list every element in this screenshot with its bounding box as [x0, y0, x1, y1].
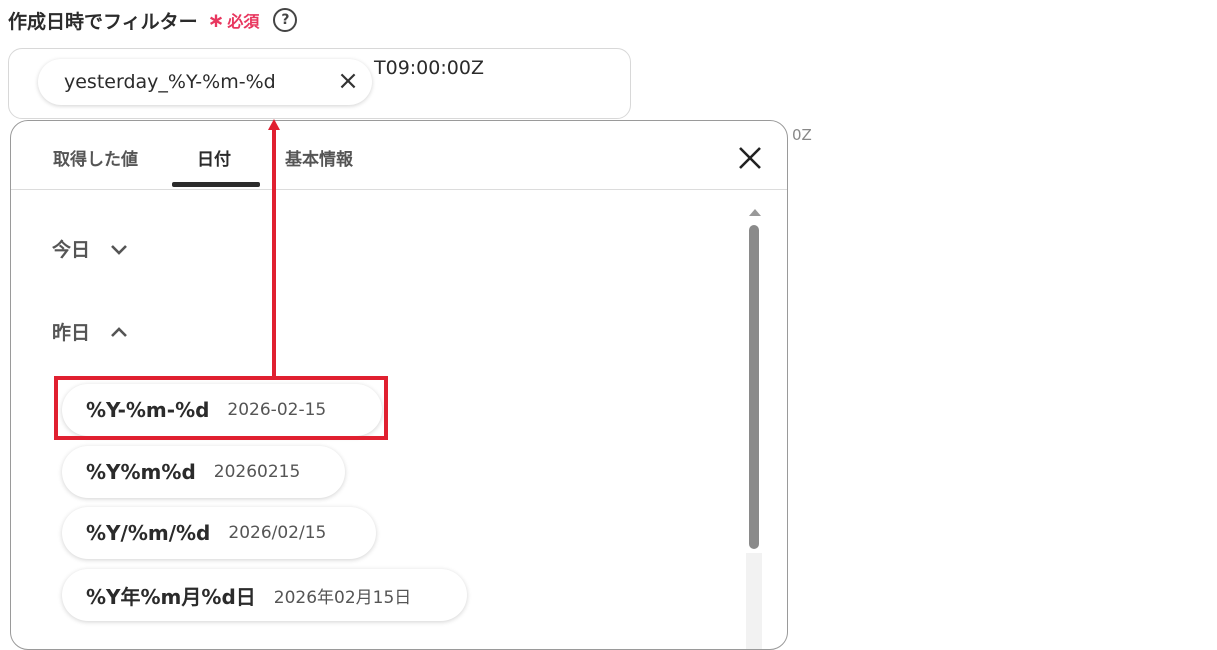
required-badge: ∗ 必須: [208, 8, 260, 32]
format-example: 20260215: [213, 462, 301, 482]
chevron-up-icon: [111, 326, 127, 337]
chip-label: yesterday_%Y-%m-%d: [64, 71, 276, 93]
annotation-arrow-line: [272, 128, 276, 377]
format-pattern: %Y年%m月%d日: [86, 584, 256, 609]
scrollbar[interactable]: [746, 209, 762, 649]
format-pattern: %Y/%m/%d: [86, 521, 211, 545]
required-text: 必須: [227, 12, 260, 31]
input-suffix-text: T09:00:00Z: [374, 57, 484, 79]
format-option[interactable]: %Y年%m月%d日 2026年02月15日: [62, 569, 467, 621]
format-option[interactable]: %Y%m%d 20260215: [62, 446, 345, 498]
chip-remove-icon[interactable]: ×: [336, 68, 360, 94]
close-icon[interactable]: [735, 143, 765, 173]
format-example: 2026/02/15: [228, 523, 327, 543]
field-label-row: 作成日時でフィルター ∗ 必須 ?: [8, 6, 298, 34]
chevron-down-icon: [111, 244, 127, 255]
format-option[interactable]: %Y/%m/%d 2026/02/15: [62, 507, 376, 559]
field-label: 作成日時でフィルター: [8, 10, 198, 33]
tab-date[interactable]: 日付: [197, 145, 231, 170]
section-today-label: 今日: [52, 239, 91, 261]
format-pattern: %Y%m%d: [86, 460, 196, 484]
background-partial-text: 0Z: [792, 126, 812, 144]
scrollbar-thumb[interactable]: [749, 225, 759, 549]
annotation-highlight-box: [54, 376, 388, 440]
help-icon[interactable]: ?: [273, 8, 298, 32]
section-yesterday-label: 昨日: [52, 322, 91, 344]
tab-retrieved-values[interactable]: 取得した値: [53, 145, 138, 170]
tab-basic-info[interactable]: 基本情報: [285, 145, 353, 170]
section-yesterday[interactable]: 昨日: [52, 318, 130, 345]
annotation-arrow-head-icon: [268, 119, 280, 130]
date-filter-input[interactable]: yesterday_%Y-%m-%d ×: [8, 48, 631, 119]
section-today[interactable]: 今日: [52, 235, 130, 262]
scroll-up-arrow-icon[interactable]: [749, 209, 761, 216]
scrollbar-track: [746, 553, 762, 649]
picker-tabs: 取得した値 日付 基本情報: [11, 121, 787, 190]
active-tab-indicator: [172, 182, 260, 187]
variable-chip[interactable]: yesterday_%Y-%m-%d ×: [38, 59, 372, 105]
required-mark: ∗: [207, 8, 225, 32]
format-example: 2026年02月15日: [273, 587, 412, 608]
